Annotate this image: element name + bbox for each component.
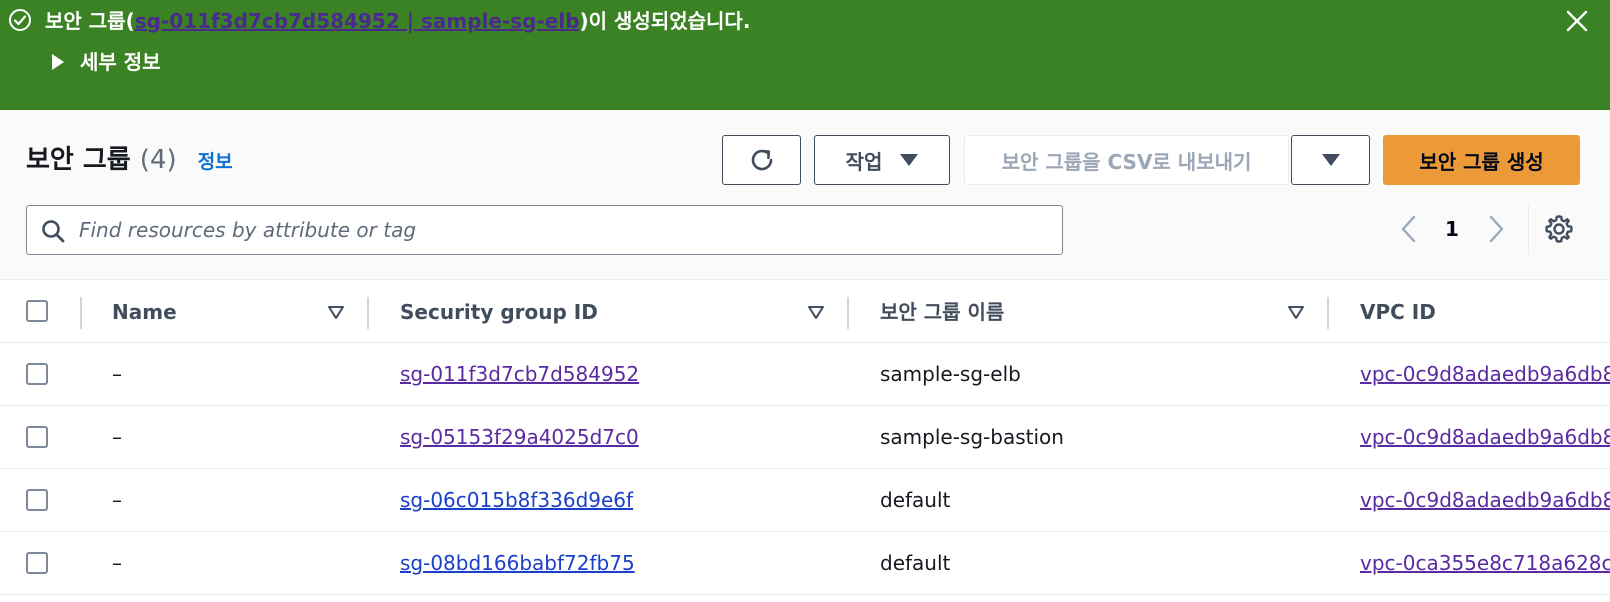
cell-vpc-id: vpc-0ca355e8c718a628c: [1360, 532, 1610, 594]
refresh-icon: [751, 149, 772, 171]
vpc-id-link[interactable]: vpc-0c9d8adaedb9a6db8: [1360, 362, 1610, 386]
banner-details-label: 세부 정보: [80, 50, 161, 74]
page-title: 보안 그룹 (4) 정보: [26, 140, 233, 182]
actions-label: 작업: [845, 149, 883, 174]
column-divider: [847, 297, 849, 329]
security-group-id-link[interactable]: sg-06c015b8f336d9e6f: [400, 488, 633, 512]
pagination-divider: [1528, 205, 1529, 255]
column-header-vpc-id[interactable]: VPC ID: [1360, 281, 1436, 343]
chevron-left-icon[interactable]: [1392, 211, 1426, 247]
banner-message-prefix: 보안 그룹(: [45, 9, 135, 33]
vpc-id-link[interactable]: vpc-0c9d8adaedb9a6db8: [1360, 425, 1610, 449]
vpc-id-link[interactable]: vpc-0c9d8adaedb9a6db8: [1360, 488, 1610, 512]
security-group-id-link[interactable]: sg-08bd166babf72fb75: [400, 551, 635, 575]
security-group-id-link[interactable]: sg-011f3d7cb7d584952: [400, 362, 639, 386]
actions-dropdown-button[interactable]: 작업: [814, 135, 950, 185]
cell-security-group-id: sg-011f3d7cb7d584952: [400, 343, 639, 405]
vpc-id-link[interactable]: vpc-0ca355e8c718a628c: [1360, 551, 1610, 575]
export-dropdown-button[interactable]: [1291, 135, 1370, 185]
search-icon: [42, 220, 65, 243]
sort-icon[interactable]: [807, 305, 825, 321]
search-placeholder: Find resources by attribute or tag: [79, 218, 417, 242]
column-header-name[interactable]: Name: [112, 281, 177, 343]
column-divider: [80, 297, 82, 329]
banner-message-suffix: )이 생성되었습니다.: [579, 9, 751, 33]
cell-name: –: [112, 488, 122, 512]
column-header-security-group-id[interactable]: Security group ID: [400, 281, 598, 343]
resource-count: (4): [139, 145, 177, 175]
security-groups-table: Name Security group ID 보안 그룹 이름 VPC ID –…: [0, 281, 1610, 595]
security-group-id-link[interactable]: sg-05153f29a4025d7c0: [400, 425, 639, 449]
table-row[interactable]: – sg-06c015b8f336d9e6f default vpc-0c9d8…: [0, 469, 1610, 532]
cell-name: –: [112, 425, 122, 449]
cell-security-group-name: default: [880, 488, 951, 512]
cell-vpc-id: vpc-0c9d8adaedb9a6db8: [1360, 469, 1610, 531]
column-divider: [367, 297, 369, 329]
success-flash-banner: 보안 그룹(sg-011f3d7cb7d584952 | sample-sg-e…: [0, 0, 1610, 110]
page-title-text: 보안 그룹: [26, 145, 131, 175]
gear-icon[interactable]: [1543, 213, 1575, 245]
export-csv-button[interactable]: 보안 그룹을 CSV로 내보내기: [964, 135, 1289, 185]
refresh-button[interactable]: [722, 135, 801, 185]
cell-security-group-name: default: [880, 551, 951, 575]
pagination-current-page[interactable]: 1: [1437, 211, 1467, 247]
create-security-group-label: 보안 그룹 생성: [1419, 149, 1544, 174]
banner-details-toggle[interactable]: 세부 정보: [52, 48, 161, 76]
cell-security-group-id: sg-06c015b8f336d9e6f: [400, 469, 633, 531]
table-header-row: Name Security group ID 보안 그룹 이름 VPC ID: [0, 281, 1610, 343]
create-security-group-button[interactable]: 보안 그룹 생성: [1383, 135, 1580, 185]
close-icon[interactable]: [1562, 6, 1592, 36]
cell-security-group-id: sg-05153f29a4025d7c0: [400, 406, 639, 468]
cell-security-group-name: sample-sg-bastion: [880, 425, 1064, 449]
chevron-right-icon[interactable]: [1479, 211, 1513, 247]
row-checkbox[interactable]: [26, 552, 48, 574]
security-groups-panel-header: 보안 그룹 (4) 정보 작업 보안 그룹을 CSV로 내보내기 보안 그룹 생…: [0, 110, 1610, 280]
export-csv-label: 보안 그룹을 CSV로 내보내기: [1001, 149, 1252, 174]
row-checkbox[interactable]: [26, 489, 48, 511]
column-header-security-group-name[interactable]: 보안 그룹 이름: [880, 281, 1004, 343]
cell-vpc-id: vpc-0c9d8adaedb9a6db8: [1360, 406, 1610, 468]
cell-name: –: [112, 551, 122, 575]
info-link[interactable]: 정보: [198, 151, 233, 173]
select-all-checkbox[interactable]: [26, 300, 48, 322]
row-checkbox[interactable]: [26, 363, 48, 385]
cell-name: –: [112, 362, 122, 386]
table-row[interactable]: – sg-08bd166babf72fb75 default vpc-0ca35…: [0, 532, 1610, 595]
sort-icon[interactable]: [1287, 305, 1305, 321]
column-divider: [1327, 297, 1329, 329]
cell-security-group-id: sg-08bd166babf72fb75: [400, 532, 635, 594]
banner-security-group-link[interactable]: sg-011f3d7cb7d584952 | sample-sg-elb: [135, 9, 580, 33]
cell-security-group-name: sample-sg-elb: [880, 362, 1021, 386]
caret-right-icon: [52, 54, 64, 70]
table-row[interactable]: – sg-011f3d7cb7d584952 sample-sg-elb vpc…: [0, 343, 1610, 406]
cell-vpc-id: vpc-0c9d8adaedb9a6db8: [1360, 343, 1610, 405]
table-row[interactable]: – sg-05153f29a4025d7c0 sample-sg-bastion…: [0, 406, 1610, 469]
row-checkbox[interactable]: [26, 426, 48, 448]
check-circle-icon: [9, 9, 31, 31]
caret-down-icon: [900, 154, 919, 166]
sort-icon[interactable]: [327, 305, 345, 321]
banner-message: 보안 그룹(sg-011f3d7cb7d584952 | sample-sg-e…: [45, 7, 750, 35]
search-input[interactable]: Find resources by attribute or tag: [26, 205, 1063, 255]
caret-down-icon: [1321, 154, 1340, 166]
